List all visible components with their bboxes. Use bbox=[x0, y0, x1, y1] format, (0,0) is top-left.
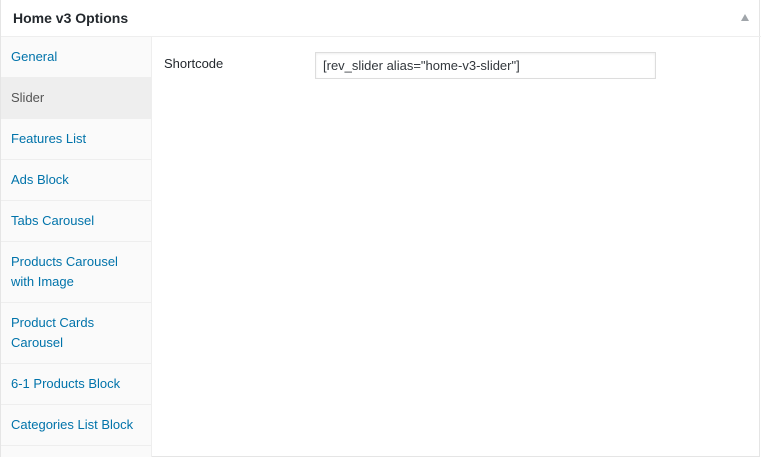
sidebar-item-label: Features List bbox=[11, 131, 87, 146]
panel-title: Home v3 Options bbox=[13, 10, 129, 26]
options-content: Shortcode bbox=[152, 37, 759, 457]
sidebar-item-categories-list-block[interactable]: Categories List Block bbox=[1, 405, 151, 446]
sidebar-item-label: Ads Block bbox=[11, 172, 69, 187]
shortcode-label: Shortcode bbox=[164, 56, 224, 71]
collapse-toggle-icon[interactable] bbox=[741, 14, 749, 21]
sidebar-item-label: 6-1 Products Block bbox=[11, 376, 121, 391]
sidebar-item-features-list[interactable]: Features List bbox=[1, 119, 151, 160]
sidebar-item-slider[interactable]: Slider bbox=[1, 78, 151, 119]
sidebar-item-product-cards-carousel[interactable]: Product Cards Carousel bbox=[1, 303, 151, 364]
sidebar-item-label: Slider bbox=[11, 90, 45, 105]
sidebar-item-label: General bbox=[11, 49, 58, 64]
sidebar-item-tabs-carousel[interactable]: Tabs Carousel bbox=[1, 201, 151, 242]
options-sidebar: General Slider Features List Ads Block T… bbox=[1, 37, 152, 457]
sidebar-item-label: Tabs Carousel bbox=[11, 213, 95, 228]
sidebar-item-ads-block[interactable]: Ads Block bbox=[1, 160, 151, 201]
sidebar-item-products-carousel-with-image[interactable]: Products Carousel with Image bbox=[1, 242, 151, 303]
sidebar-item-label: Products Carousel with Image bbox=[11, 254, 118, 289]
home-v3-options-panel: Home v3 Options General Slider Features … bbox=[0, 0, 761, 457]
sidebar-item-general[interactable]: General bbox=[1, 37, 151, 78]
sidebar-item-6-1-products-block[interactable]: 6-1 Products Block bbox=[1, 364, 151, 405]
shortcode-input[interactable] bbox=[315, 52, 656, 79]
sidebar-item-label: Product Cards Carousel bbox=[11, 315, 95, 350]
sidebar-item-label: Categories List Block bbox=[11, 417, 134, 432]
panel-header[interactable]: Home v3 Options bbox=[1, 0, 761, 37]
